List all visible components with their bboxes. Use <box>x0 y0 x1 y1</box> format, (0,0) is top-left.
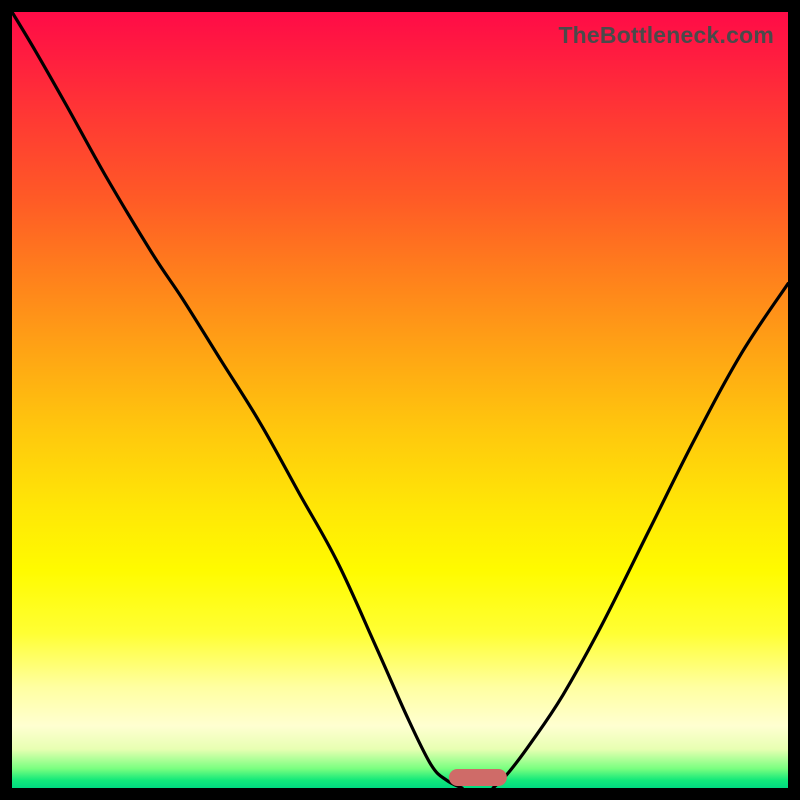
branding-watermark: TheBottleneck.com <box>558 22 774 49</box>
optimum-marker <box>449 769 507 786</box>
bottleneck-curve <box>12 12 788 788</box>
plot-area: TheBottleneck.com <box>12 12 788 788</box>
chart-frame: TheBottleneck.com <box>0 0 800 800</box>
